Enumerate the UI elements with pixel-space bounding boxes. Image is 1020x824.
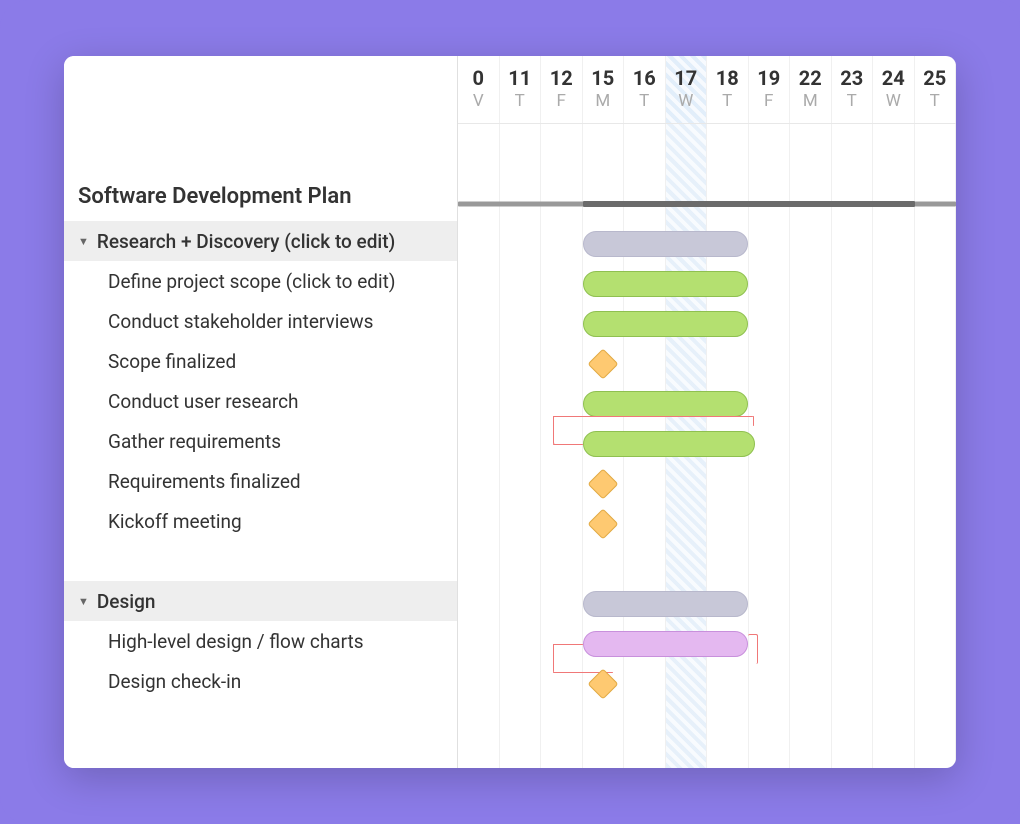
day-column[interactable]: 11T <box>500 56 542 123</box>
group-label: Research + Discovery (click to edit) <box>97 230 395 253</box>
project-summary-bar[interactable] <box>583 201 915 207</box>
group-summary-bar[interactable] <box>583 231 748 257</box>
day-column[interactable]: 15M <box>583 56 625 123</box>
milestone[interactable] <box>587 468 618 499</box>
plan-title[interactable]: Software Development Plan <box>64 184 457 221</box>
timeline-pane[interactable]: 0V11T12F15M16T17W18T19F22M23T24W25T <box>458 56 956 768</box>
timeline-header: 0V11T12F15M16T17W18T19F22M23T24W25T <box>458 56 956 124</box>
day-column[interactable]: 19F <box>749 56 791 123</box>
day-letter: T <box>707 91 748 111</box>
day-letter: V <box>458 91 499 111</box>
task-list-pane: Software Development Plan ▼ Research + D… <box>64 56 458 768</box>
day-number: 18 <box>707 66 748 90</box>
task-row[interactable]: Conduct stakeholder interviews <box>64 301 457 341</box>
day-letter: T <box>500 91 541 111</box>
day-number: 0 <box>458 66 499 90</box>
task-bar[interactable] <box>583 431 755 457</box>
day-number: 23 <box>832 66 873 90</box>
day-number: 25 <box>915 66 956 90</box>
day-column[interactable]: 18T <box>707 56 749 123</box>
task-row[interactable]: Scope finalized <box>64 341 457 381</box>
day-column[interactable]: 16T <box>624 56 666 123</box>
group-label: Design <box>97 590 156 613</box>
milestone[interactable] <box>587 348 618 379</box>
day-number: 24 <box>873 66 914 90</box>
day-letter: W <box>873 91 914 111</box>
day-letter: M <box>583 91 624 111</box>
task-bar[interactable] <box>583 311 748 337</box>
day-number: 11 <box>500 66 541 90</box>
chevron-down-icon: ▼ <box>78 595 89 608</box>
gantt-window: Software Development Plan ▼ Research + D… <box>64 56 956 768</box>
day-letter: W <box>666 91 707 111</box>
day-number: 16 <box>624 66 665 90</box>
task-row[interactable]: Design check-in <box>64 661 457 701</box>
day-number: 15 <box>583 66 624 90</box>
day-letter: F <box>541 91 582 111</box>
task-row[interactable]: High-level design / flow charts <box>64 621 457 661</box>
day-column[interactable]: 12F <box>541 56 583 123</box>
task-bar[interactable] <box>583 631 748 657</box>
day-letter: F <box>749 91 790 111</box>
chevron-down-icon: ▼ <box>78 235 89 248</box>
task-row[interactable]: Gather requirements <box>64 421 457 461</box>
day-number: 17 <box>666 66 707 90</box>
task-row[interactable]: Requirements finalized <box>64 461 457 501</box>
task-row[interactable]: Define project scope (click to edit) <box>64 261 457 301</box>
dependency-line <box>748 634 758 664</box>
day-number: 22 <box>790 66 831 90</box>
task-bar[interactable] <box>583 391 748 417</box>
task-row[interactable]: Conduct user research <box>64 381 457 421</box>
day-column[interactable]: 0V <box>458 56 500 123</box>
day-column[interactable]: 24W <box>873 56 915 123</box>
task-row[interactable]: Kickoff meeting <box>64 501 457 541</box>
day-column[interactable]: 17W <box>666 56 708 123</box>
day-letter: M <box>790 91 831 111</box>
dependency-line <box>553 444 583 445</box>
day-letter: T <box>832 91 873 111</box>
day-column[interactable]: 22M <box>790 56 832 123</box>
day-letter: T <box>624 91 665 111</box>
day-column[interactable]: 23T <box>832 56 874 123</box>
group-header-design[interactable]: ▼ Design <box>64 581 457 621</box>
day-letter: T <box>915 91 956 111</box>
day-number: 12 <box>541 66 582 90</box>
task-bar[interactable] <box>583 271 748 297</box>
day-number: 19 <box>749 66 790 90</box>
group-summary-bar[interactable] <box>583 591 748 617</box>
dependency-line <box>553 644 583 645</box>
milestone[interactable] <box>587 508 618 539</box>
milestone[interactable] <box>587 668 618 699</box>
day-column[interactable]: 25T <box>915 56 957 123</box>
group-header-research[interactable]: ▼ Research + Discovery (click to edit) <box>64 221 457 261</box>
